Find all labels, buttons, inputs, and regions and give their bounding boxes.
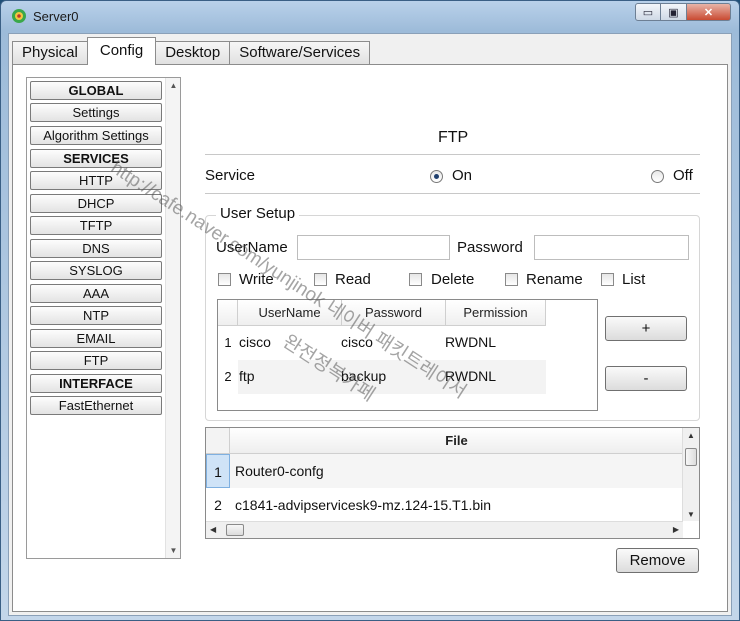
scroll-thumb[interactable] (685, 448, 697, 466)
tab-bar: Physical Config Desktop Software/Service… (12, 37, 371, 65)
list-label[interactable]: List (622, 271, 645, 288)
delete-label[interactable]: Delete (431, 271, 474, 288)
sidebar-scrollbar[interactable]: ▲ ▼ (165, 78, 180, 558)
scroll-right-icon[interactable]: ▶ (673, 525, 679, 534)
scroll-down-icon[interactable]: ▼ (687, 510, 695, 519)
table-row[interactable] (238, 360, 546, 394)
file-name-cell: c1841-advipservicesk9-mz.124-15.T1.bin (235, 497, 492, 513)
tab-config[interactable]: Config (86, 37, 157, 65)
remove-user-button[interactable]: - (605, 366, 687, 391)
file-name-cell: Router0-confg (235, 463, 324, 479)
scroll-thumb[interactable] (226, 524, 244, 536)
username-label: UserName (216, 239, 288, 256)
title-divider (205, 154, 700, 155)
service-off-label[interactable]: Off (673, 167, 693, 184)
file-table-corner (206, 428, 230, 454)
scroll-left-icon[interactable]: ◀ (210, 525, 216, 534)
tab-desktop[interactable]: Desktop (155, 41, 231, 65)
row-number: 1 (206, 454, 230, 488)
user-permission-cell: RWDNL (445, 334, 497, 350)
user-password-cell: backup (341, 368, 387, 384)
sidebar-header-interface[interactable]: INTERFACE (30, 374, 162, 393)
delete-checkbox[interactable] (409, 273, 422, 286)
window-client: Physical Config Desktop Software/Service… (8, 33, 732, 616)
user-permission-cell: RWDNL (445, 368, 497, 384)
row-number: 1 (224, 335, 232, 350)
password-label: Password (457, 239, 523, 256)
table-row[interactable]: 1 Router0-confg (206, 454, 683, 488)
remove-file-button[interactable]: Remove (616, 548, 699, 573)
sidebar-item-tftp[interactable]: TFTP (30, 216, 162, 235)
server-window: Server0 ▭ ▣ ✕ Physical Config Desktop So… (0, 0, 740, 621)
close-button[interactable]: ✕ (687, 3, 731, 21)
file-table-vscrollbar[interactable]: ▲ ▼ (682, 428, 699, 521)
column-header-file[interactable]: File (230, 428, 683, 454)
user-password-cell: cisco (341, 334, 373, 350)
sidebar-item-dns[interactable]: DNS (30, 239, 162, 258)
user-table: UserName Password Permission 1 cisco cis… (217, 299, 598, 411)
username-input[interactable] (297, 235, 450, 260)
file-table-hscrollbar[interactable]: ◀ ▶ (206, 521, 683, 538)
user-setup-legend: User Setup (216, 205, 300, 222)
write-label[interactable]: Write (239, 271, 274, 288)
service-off-radio[interactable] (651, 170, 664, 183)
user-table-corner (218, 300, 238, 326)
sidebar-item-dhcp[interactable]: DHCP (30, 194, 162, 213)
password-input[interactable] (534, 235, 689, 260)
service-divider (205, 193, 700, 194)
add-user-button[interactable]: + (605, 316, 687, 341)
list-checkbox[interactable] (601, 273, 614, 286)
sidebar-item-ntp[interactable]: NTP (30, 306, 162, 325)
table-row[interactable]: 2 c1841-advipservicesk9-mz.124-15.T1.bin (206, 488, 683, 522)
user-username-cell: cisco (239, 334, 271, 350)
scroll-up-icon[interactable]: ▲ (687, 431, 695, 440)
rename-label[interactable]: Rename (526, 271, 583, 288)
sidebar-item-email[interactable]: EMAIL (30, 329, 162, 348)
column-header-password[interactable]: Password (342, 300, 446, 326)
row-number: 2 (214, 497, 222, 513)
config-sidebar: GLOBAL Settings Algorithm Settings SERVI… (26, 77, 181, 559)
write-checkbox[interactable] (218, 273, 231, 286)
minimize-button[interactable]: ▭ (635, 3, 661, 21)
service-on-radio[interactable] (430, 170, 443, 183)
ftp-title: FTP (438, 129, 469, 146)
sidebar-item-settings[interactable]: Settings (30, 103, 162, 122)
user-username-cell: ftp (239, 368, 255, 384)
row-number: 2 (224, 369, 232, 384)
read-label[interactable]: Read (335, 271, 371, 288)
file-table: File 1 Router0-confg 2 c1841-advipservic… (205, 427, 700, 539)
column-header-username[interactable]: UserName (238, 300, 342, 326)
sidebar-item-algorithm-settings[interactable]: Algorithm Settings (30, 126, 162, 145)
window-title: Server0 (33, 9, 79, 24)
sidebar-item-aaa[interactable]: AAA (30, 284, 162, 303)
packet-tracer-icon (12, 9, 26, 23)
sidebar-item-ftp[interactable]: FTP (30, 351, 162, 370)
sidebar-item-http[interactable]: HTTP (30, 171, 162, 190)
sidebar-item-syslog[interactable]: SYSLOG (30, 261, 162, 280)
scroll-up-icon[interactable]: ▲ (166, 78, 181, 93)
service-label: Service (205, 167, 256, 184)
column-header-permission[interactable]: Permission (446, 300, 546, 326)
scroll-down-icon[interactable]: ▼ (166, 543, 181, 558)
sidebar-header-services[interactable]: SERVICES (30, 149, 162, 168)
table-row[interactable] (238, 326, 546, 360)
title-bar[interactable]: Server0 ▭ ▣ ✕ (1, 1, 739, 33)
sidebar-item-fastethernet[interactable]: FastEthernet (30, 396, 162, 415)
tab-software-services[interactable]: Software/Services (229, 41, 371, 65)
maximize-button[interactable]: ▣ (661, 3, 687, 21)
read-checkbox[interactable] (314, 273, 327, 286)
rename-checkbox[interactable] (505, 273, 518, 286)
tab-physical[interactable]: Physical (12, 41, 88, 65)
config-panel: GLOBAL Settings Algorithm Settings SERVI… (12, 64, 728, 612)
sidebar-header-global[interactable]: GLOBAL (30, 81, 162, 100)
service-on-label[interactable]: On (452, 167, 472, 184)
